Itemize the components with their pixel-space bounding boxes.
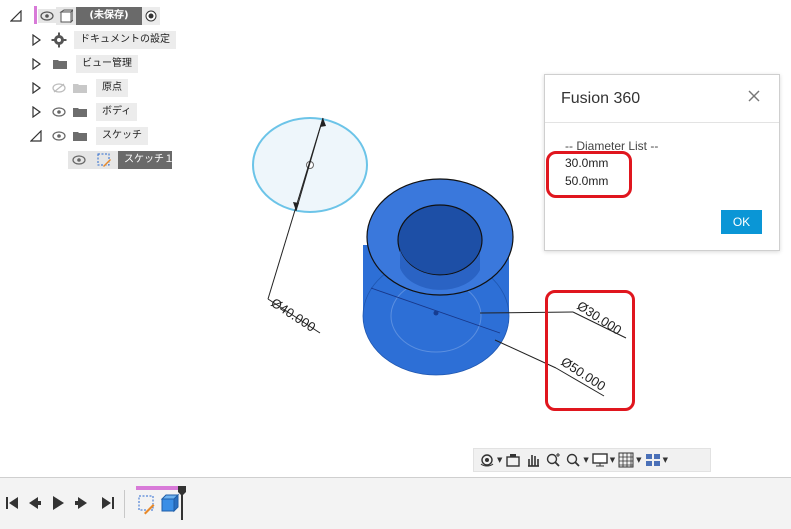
folder-icon [52, 58, 68, 70]
activate-radio-icon[interactable] [142, 7, 160, 25]
dialog-title: Fusion 360 [561, 90, 641, 107]
sketch-icon [90, 151, 118, 169]
close-icon[interactable] [747, 89, 761, 103]
timeline-component-marker [136, 486, 158, 490]
browser-item-label[interactable]: スケッチ１ [118, 151, 174, 169]
browser-root-row[interactable]: (未保存) [10, 6, 160, 26]
timeline-component-marker [158, 486, 180, 490]
timeline-marker[interactable] [178, 486, 186, 520]
browser-item-label[interactable]: スケッチ [96, 127, 148, 145]
cylinder-hole [397, 204, 483, 276]
navigation-toolbar: ▼ ▼ ▼ ▼ ▼ [473, 448, 711, 472]
browser-item-origin[interactable]: 原点 [30, 78, 128, 98]
grid-icon[interactable]: ▼ [617, 450, 642, 470]
collapse-triangle-icon[interactable] [10, 10, 22, 22]
visibility-eye-icon[interactable] [38, 9, 56, 23]
visibility-eye-icon[interactable] [50, 129, 68, 143]
look-at-icon[interactable] [504, 450, 522, 470]
timeline-marker-icon [178, 486, 186, 520]
browser-root-label[interactable]: (未保存) [76, 7, 142, 25]
dialog-divider [545, 122, 779, 123]
gear-icon [50, 31, 68, 49]
display-settings-icon[interactable]: ▼ [591, 450, 615, 470]
timeline-feature-sketch[interactable] [136, 486, 158, 520]
expand-triangle-icon[interactable] [30, 82, 42, 94]
browser-item-sketches[interactable]: スケッチ [30, 126, 148, 146]
browser-item-label[interactable]: ボディ [96, 103, 138, 121]
browser-item-bodies[interactable]: ボディ [30, 102, 138, 122]
step-forward-icon[interactable] [74, 495, 90, 511]
go-to-end-icon[interactable] [100, 495, 116, 511]
visibility-eye-icon[interactable] [68, 151, 90, 169]
sketch-icon [138, 495, 155, 515]
expand-triangle-icon[interactable] [30, 34, 42, 46]
go-to-start-icon[interactable] [4, 495, 20, 511]
folder-icon [72, 130, 88, 142]
orbit-icon[interactable]: ▼ [478, 450, 502, 470]
browser-item-named-views[interactable]: ビュー管理 [30, 54, 138, 74]
zoom-icon[interactable]: ▼ [564, 450, 589, 470]
extrude-icon [160, 493, 180, 513]
annotation-box-dimensions [545, 290, 635, 411]
body-center-point [433, 310, 439, 316]
annotation-box-diameter-list [546, 151, 632, 198]
browser-item-label[interactable]: ドキュメントの設定 [74, 31, 176, 49]
ok-button[interactable]: OK [721, 210, 762, 234]
timeline-divider [124, 490, 125, 518]
viewports-icon[interactable]: ▼ [644, 450, 668, 470]
browser-item-label[interactable]: 原点 [96, 79, 128, 97]
zoom-window-icon[interactable] [544, 450, 562, 470]
browser-item-label[interactable]: ビュー管理 [76, 55, 138, 73]
expand-triangle-icon[interactable] [30, 58, 42, 70]
folder-icon [72, 82, 88, 94]
browser-panel: (未保存) ドキュメントの設定 ビュー管理 原点 ボディ スケッチ スケッチ１ [0, 0, 240, 180]
collapse-triangle-icon[interactable] [30, 130, 42, 142]
play-icon[interactable] [50, 495, 66, 511]
expand-triangle-icon[interactable] [30, 106, 42, 118]
pan-icon[interactable] [524, 450, 542, 470]
timeline-feature-extrude[interactable] [158, 486, 180, 520]
visibility-eye-icon[interactable] [50, 105, 68, 119]
dimension-top-circle[interactable]: Ø40.000 [268, 295, 318, 335]
component-icon [56, 7, 76, 25]
timeline-bar [0, 477, 791, 529]
browser-item-document-settings[interactable]: ドキュメントの設定 [30, 30, 176, 50]
browser-item-sketch1[interactable]: スケッチ１ [68, 150, 174, 170]
step-back-icon[interactable] [26, 495, 42, 511]
visibility-hidden-icon[interactable] [50, 81, 68, 95]
folder-icon [72, 106, 88, 118]
